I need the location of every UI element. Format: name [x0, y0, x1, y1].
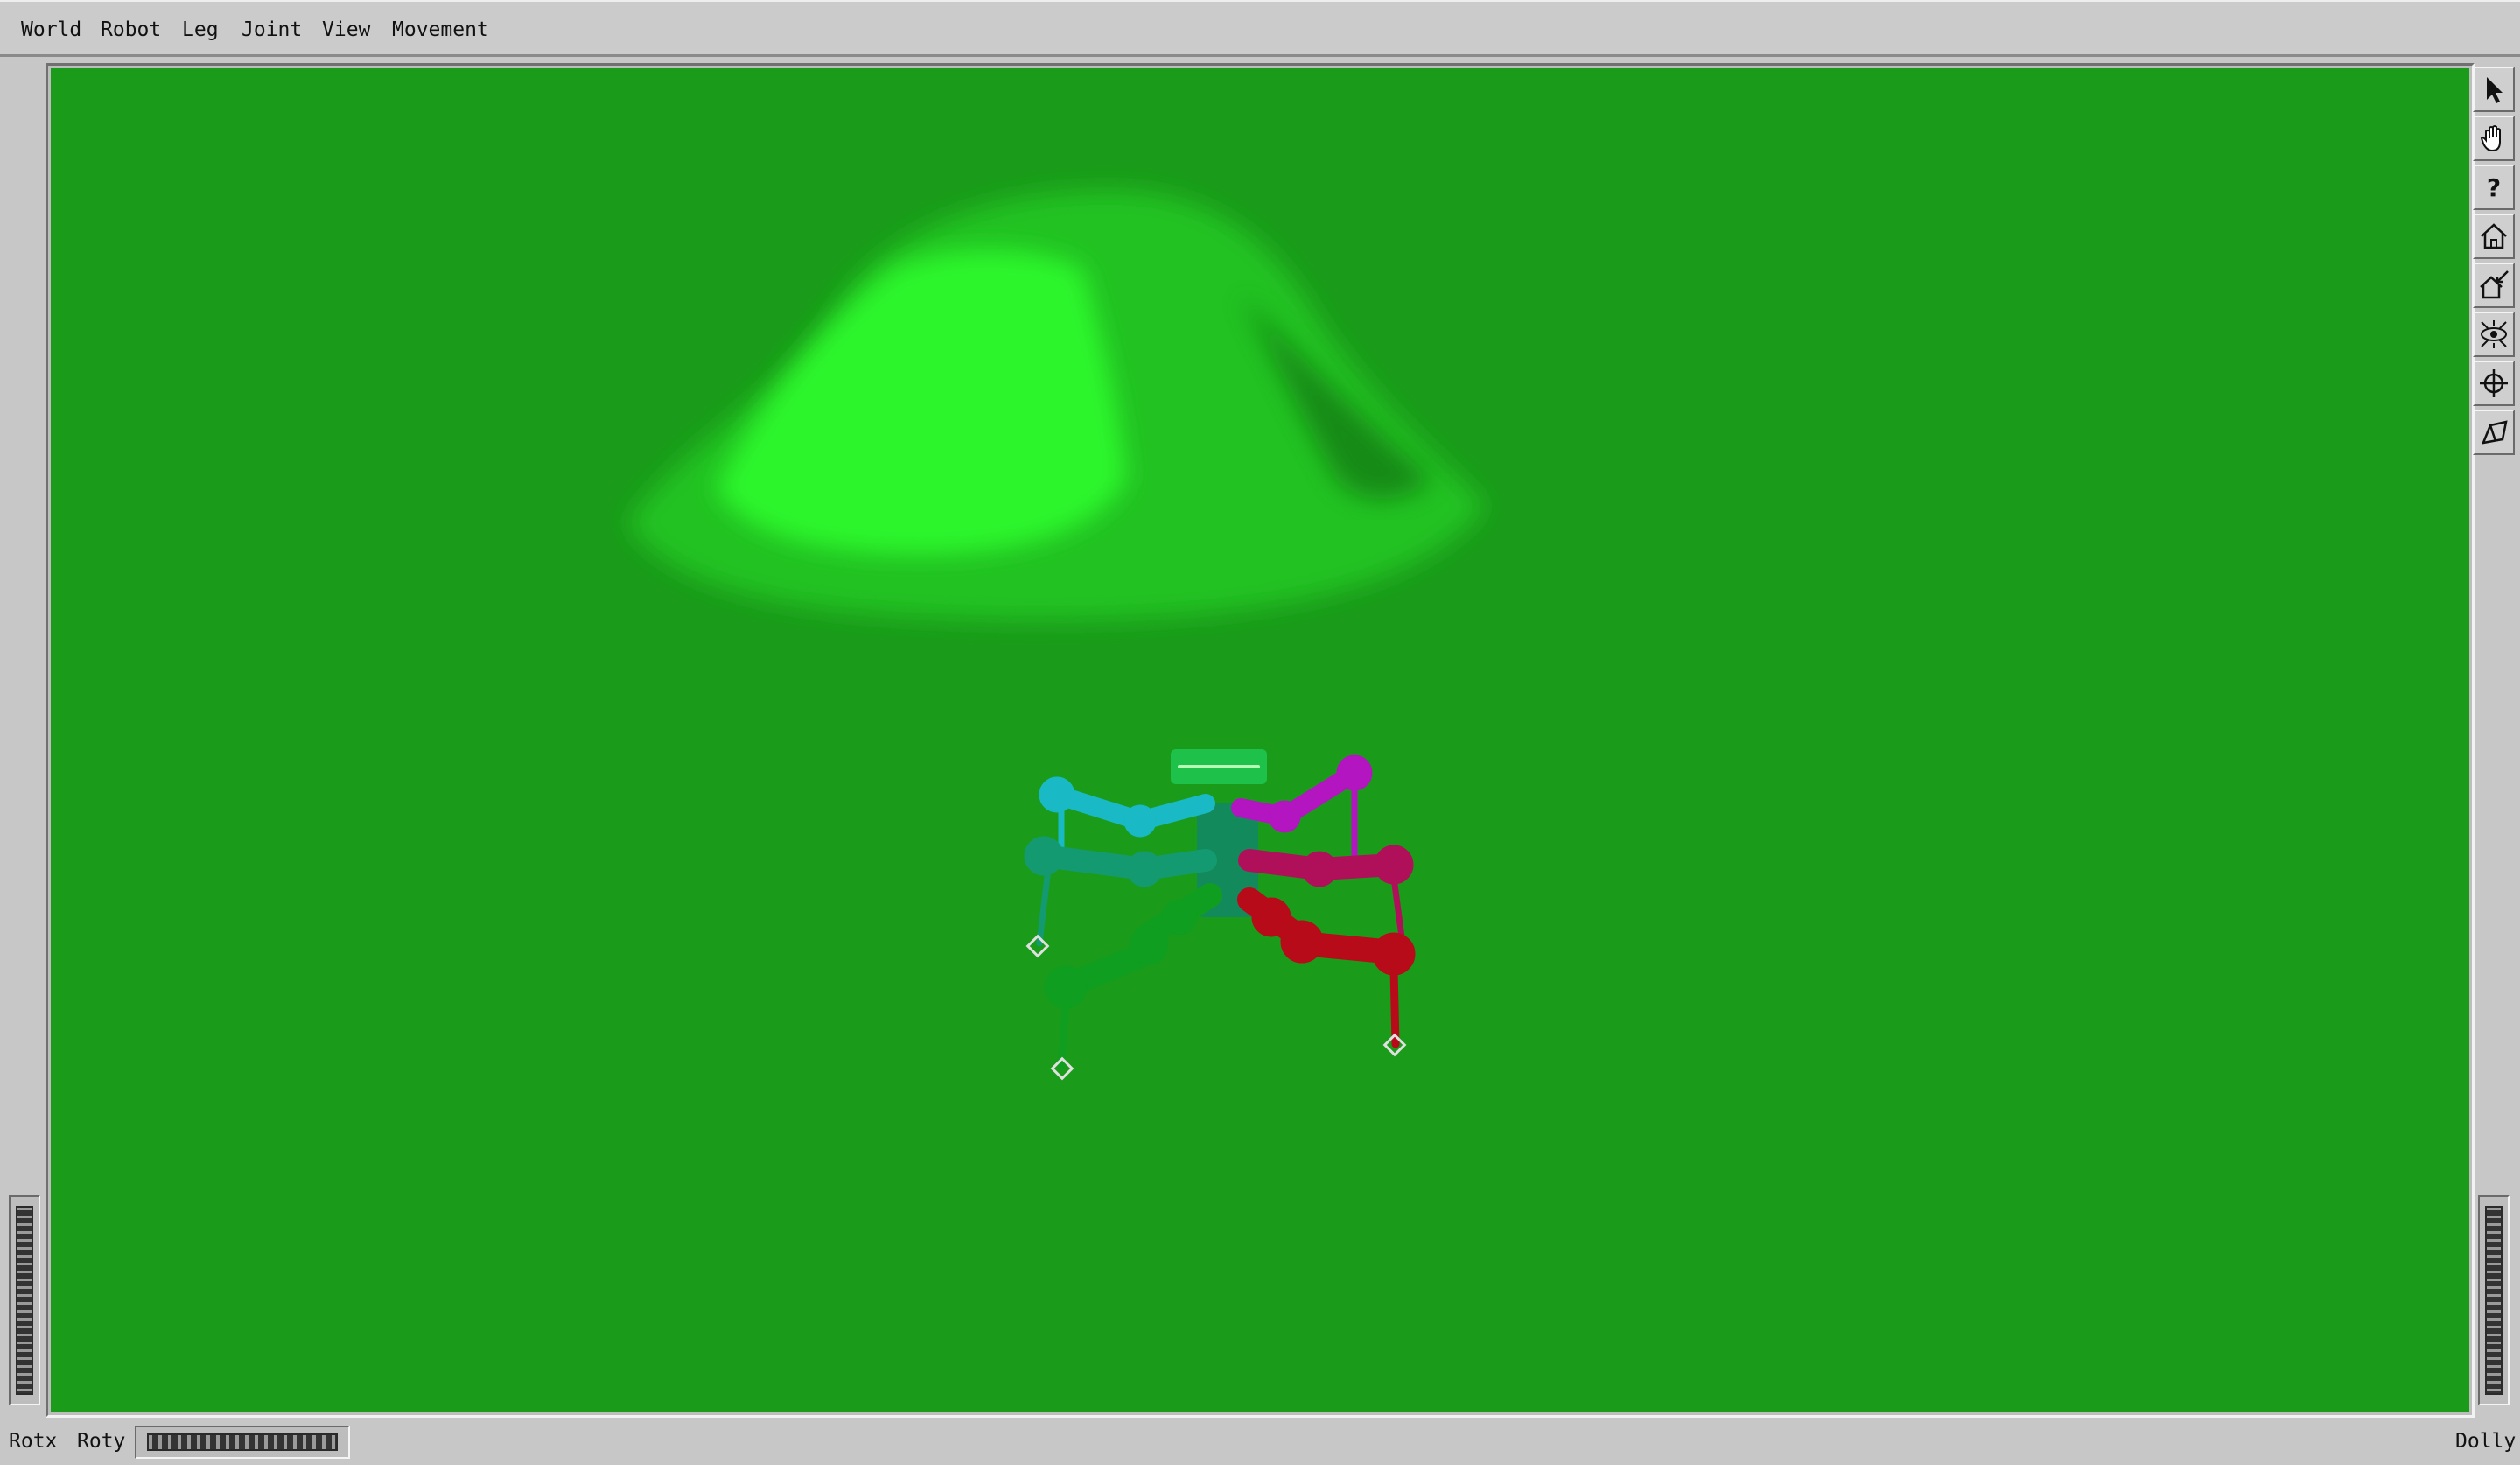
home-icon[interactable] — [2473, 214, 2515, 259]
dolly-label: Dolly — [2455, 1430, 2516, 1453]
menu-movement[interactable]: Movement — [388, 14, 493, 46]
leg-teal — [1024, 836, 1217, 958]
menu-view[interactable]: View — [318, 14, 374, 46]
menu-joint[interactable]: Joint — [238, 14, 305, 46]
scene-render — [628, 191, 1486, 1081]
view-all-icon[interactable] — [2473, 312, 2515, 357]
select-arrow-icon[interactable] — [2473, 67, 2515, 112]
projection-icon[interactable] — [2473, 410, 2515, 455]
roty-wheel[interactable] — [135, 1426, 350, 1459]
menu-world[interactable]: World — [18, 14, 85, 46]
viewer-toolbar: ? — [2473, 67, 2516, 459]
rotx-wheel[interactable] — [9, 1195, 40, 1405]
roty-label: Roty — [77, 1430, 126, 1453]
menu-bar: World Robot Leg Joint View Movement — [0, 0, 2520, 57]
menu-leg[interactable]: Leg — [178, 14, 222, 46]
hand-view-icon[interactable] — [2473, 116, 2515, 161]
leg-red — [1237, 887, 1416, 1057]
menu-robot[interactable]: Robot — [97, 14, 164, 46]
dolly-wheel[interactable] — [2478, 1195, 2510, 1405]
rotx-label: Rotx — [9, 1430, 58, 1453]
leg-cyan — [1039, 776, 1215, 859]
leg-green — [1044, 883, 1222, 1081]
3d-viewport[interactable] — [51, 68, 2469, 1412]
hexapod-robot[interactable] — [1024, 749, 1416, 1081]
set-home-icon[interactable] — [2473, 263, 2515, 308]
help-glyph: ? — [2486, 172, 2502, 202]
terrain-hill — [628, 191, 1486, 620]
help-icon[interactable]: ? — [2473, 165, 2515, 210]
seek-icon[interactable] — [2473, 361, 2515, 406]
